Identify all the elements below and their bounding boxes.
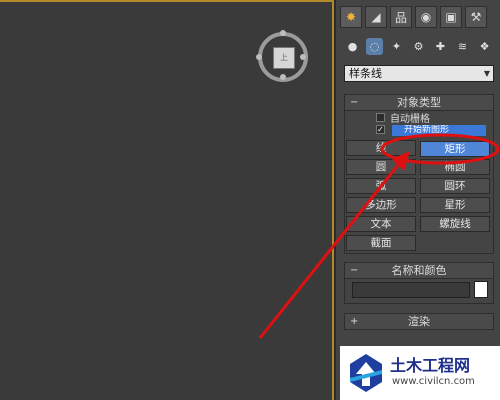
star-button[interactable]: 星形 <box>420 197 490 213</box>
object-type-title: 对象类型 <box>397 96 441 109</box>
watermark-mark-icon <box>350 354 382 392</box>
viewcube[interactable]: 上 <box>256 30 308 82</box>
name-color-header[interactable]: − 名称和颜色 <box>345 263 493 279</box>
watermark-url: www.civilcn.com <box>392 376 475 387</box>
start-new-shape-row: ✓ <box>376 125 385 134</box>
autogrid-label: 自动栅格 <box>390 114 430 125</box>
autogrid-checkbox[interactable] <box>376 113 385 122</box>
chevron-down-icon: ▼ <box>483 69 490 78</box>
cameras-icon[interactable]: ⚙ <box>410 38 427 55</box>
viewcube-face[interactable]: 上 <box>273 47 295 69</box>
helpers-icon[interactable]: ✚ <box>432 38 449 55</box>
start-new-shape-label: 开始新图形 <box>404 125 450 135</box>
expand-icon: + <box>350 316 359 327</box>
watermark-logo: 土木工程网 www.civilcn.com <box>340 346 500 400</box>
start-new-shape-button[interactable]: 开始新图形 <box>392 125 486 136</box>
name-color-title: 名称和颜色 <box>391 264 447 277</box>
circle-button[interactable]: 圆 <box>346 159 416 175</box>
donut-button[interactable]: 圆环 <box>420 178 490 194</box>
command-panel-tabs: ✸ ◢ 品 ◉ ▣ ⚒ <box>340 6 487 28</box>
rendering-rollout: + 渲染 <box>344 313 494 330</box>
motion-icon[interactable]: ◉ <box>415 6 437 28</box>
category-icons: ● ◌ ✦ ⚙ ✚ ≋ ❖ <box>344 38 493 55</box>
collapse-icon: − <box>350 97 359 108</box>
section-button[interactable]: 截面 <box>346 235 416 251</box>
modify-icon[interactable]: ◢ <box>365 6 387 28</box>
shape-category-dropdown[interactable]: 样条线 ▼ <box>344 65 494 82</box>
viewport[interactable]: 上 <box>0 0 334 400</box>
text-button[interactable]: 文本 <box>346 216 416 232</box>
utilities-icon[interactable]: ⚒ <box>465 6 487 28</box>
arc-button[interactable]: 弧 <box>346 178 416 194</box>
display-icon[interactable]: ▣ <box>440 6 462 28</box>
ngon-button[interactable]: 多边形 <box>346 197 416 213</box>
create-icon[interactable]: ✸ <box>340 6 362 28</box>
ellipse-button[interactable]: 椭圆 <box>420 159 490 175</box>
spacewarps-icon[interactable]: ≋ <box>454 38 471 55</box>
rendering-title: 渲染 <box>408 315 430 328</box>
object-type-header[interactable]: − 对象类型 <box>345 95 493 111</box>
rendering-header[interactable]: + 渲染 <box>345 314 493 330</box>
watermark-site-name: 土木工程网 <box>390 356 471 375</box>
start-new-shape-checkbox[interactable]: ✓ <box>376 125 385 134</box>
hierarchy-icon[interactable]: 品 <box>390 6 412 28</box>
rectangle-button[interactable]: 矩形 <box>420 141 490 157</box>
shapes-icon[interactable]: ◌ <box>366 38 383 55</box>
collapse-icon: − <box>350 265 359 276</box>
autogrid-row: 自动栅格 <box>376 110 430 125</box>
systems-icon[interactable]: ❖ <box>476 38 493 55</box>
lights-icon[interactable]: ✦ <box>388 38 405 55</box>
object-color-swatch[interactable] <box>474 281 488 298</box>
geometry-icon[interactable]: ● <box>344 38 361 55</box>
line-button[interactable]: 线 <box>346 140 416 156</box>
helix-button[interactable]: 螺旋线 <box>420 216 490 232</box>
object-name-input[interactable] <box>352 282 470 298</box>
dropdown-value: 样条线 <box>349 67 382 80</box>
